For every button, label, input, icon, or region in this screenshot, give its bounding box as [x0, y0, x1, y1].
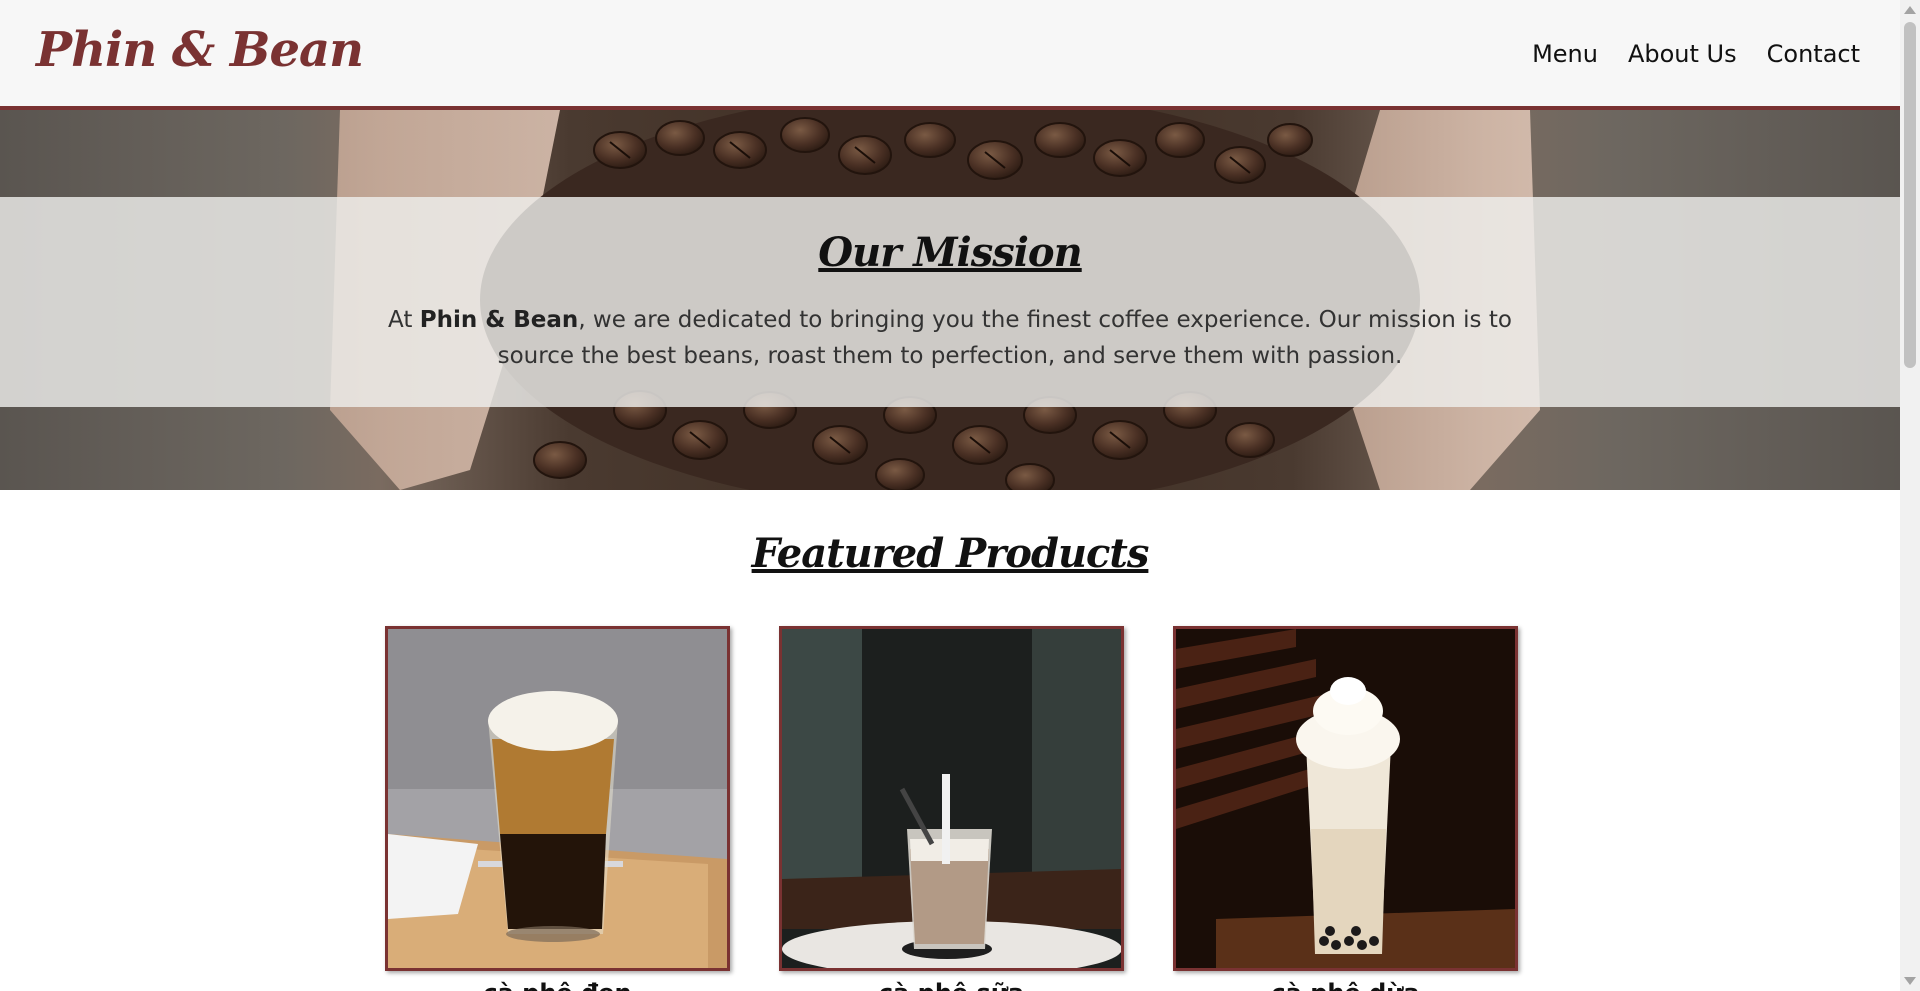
scroll-down-arrow-icon[interactable]	[1904, 977, 1916, 985]
mission-hero: Our Mission At Phin & Bean, we are dedic…	[0, 110, 1900, 490]
page-scrollbar[interactable]	[1900, 0, 1920, 991]
featured-products-title: Featured Products	[751, 530, 1150, 577]
product-card[interactable]: cà phê đen	[385, 626, 730, 991]
coconut-coffee-image[interactable]	[1173, 626, 1518, 971]
mission-text: At Phin & Bean, we are dedicated to brin…	[370, 302, 1530, 374]
nav-link-contact[interactable]: Contact	[1767, 40, 1860, 68]
product-grid: cà phê đen cà phê sữa	[385, 626, 1518, 991]
product-name[interactable]: cà phê dừa	[1173, 979, 1518, 991]
product-card[interactable]: cà phê dừa	[1173, 626, 1518, 991]
scrollbar-thumb[interactable]	[1904, 22, 1916, 368]
product-name[interactable]: cà phê đen	[385, 979, 730, 991]
mission-title: Our Mission	[818, 229, 1082, 276]
nav-link-about-us[interactable]: About Us	[1628, 40, 1737, 68]
scroll-up-arrow-icon[interactable]	[1904, 6, 1916, 14]
nav-link-menu[interactable]: Menu	[1532, 40, 1598, 68]
mission-text-body: , we are dedicated to bringing you the f…	[497, 307, 1512, 369]
iced-black-coffee-image[interactable]	[385, 626, 730, 971]
site-header: Phin & Bean Menu About Us Contact	[0, 0, 1900, 110]
iced-milk-coffee-image[interactable]	[779, 626, 1124, 971]
main-nav: Menu About Us Contact	[1532, 40, 1860, 68]
site-logo[interactable]: Phin & Bean	[36, 22, 364, 78]
page: Phin & Bean Menu About Us Contact Our Mi…	[0, 0, 1900, 991]
mission-brand-name: Phin & Bean	[419, 307, 579, 333]
mission-text-prefix: At	[388, 307, 420, 333]
product-name[interactable]: cà phê sữa	[779, 979, 1124, 991]
mission-band: Our Mission At Phin & Bean, we are dedic…	[0, 197, 1900, 407]
product-card[interactable]: cà phê sữa	[779, 626, 1124, 991]
